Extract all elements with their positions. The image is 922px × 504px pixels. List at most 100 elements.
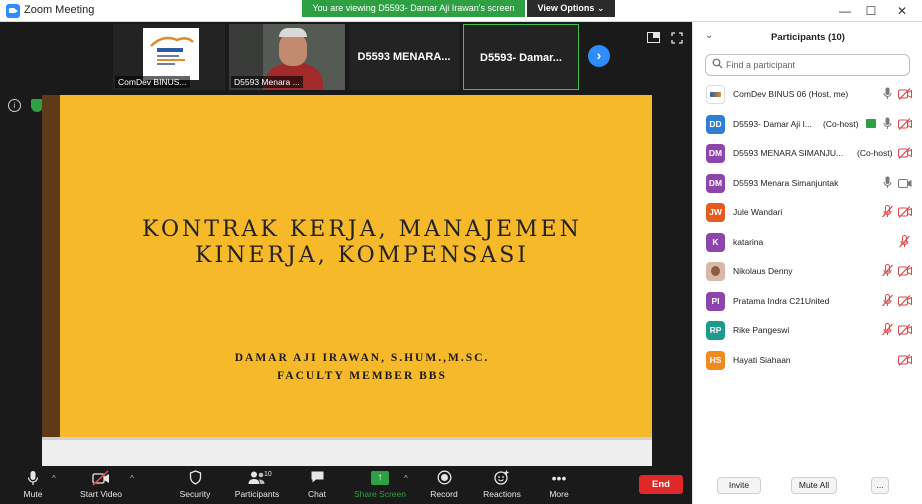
participant-row[interactable]: DD D5593- Damar Aji I... (Co-host)	[693, 110, 922, 140]
video-off-icon[interactable]	[898, 323, 912, 337]
microphone-muted-icon[interactable]	[881, 293, 895, 308]
slide-author: DAMAR AJI IRAWAN, S.HUM.,M.SC. FACULTY M…	[234, 352, 490, 382]
audio-options-caret[interactable]: ^	[52, 474, 56, 483]
microphone-icon[interactable]	[883, 176, 897, 190]
record-button[interactable]: Record	[426, 470, 462, 499]
microphone-muted-icon[interactable]	[898, 234, 912, 249]
security-button[interactable]: Security	[175, 470, 215, 499]
participant-avatar: HS	[706, 350, 725, 370]
participant-name: Rike Pangeswi	[733, 325, 790, 335]
microphone-icon	[18, 470, 48, 486]
participant-list: ComDev BINUS 06 (Host, me) DD D5593- Damar…	[693, 80, 922, 375]
video-camera-icon[interactable]	[898, 176, 912, 190]
participant-avatar: DM	[706, 173, 725, 193]
info-icon[interactable]: i	[8, 99, 21, 112]
participant-row[interactable]: DM D5593 Menara Simanjuntak	[693, 169, 922, 199]
binus-logo	[143, 28, 199, 80]
more-button[interactable]: ••• More	[544, 470, 574, 499]
search-input[interactable]	[726, 57, 906, 73]
participants-count: 10	[264, 471, 272, 478]
viewing-screen-banner: You are viewing D5593- Damar Aji Irawan'…	[302, 0, 525, 17]
video-off-icon[interactable]	[898, 353, 912, 367]
video-off-icon[interactable]	[898, 205, 912, 219]
video-thumbnail[interactable]: D5593 Menara ...	[229, 24, 345, 90]
video-thumbnail[interactable]: D5593 MENARA...	[349, 24, 459, 90]
video-thumbnail[interactable]: ComDev BINUS...	[113, 24, 225, 90]
video-off-icon[interactable]	[898, 294, 912, 308]
microphone-muted-icon[interactable]	[881, 264, 895, 278]
participants-icon: 10	[232, 470, 282, 486]
maximize-button[interactable]: ☐	[862, 2, 880, 20]
reactions-button[interactable]: Reactions	[480, 470, 524, 499]
video-off-icon	[76, 470, 126, 486]
share-screen-icon: ↑	[371, 471, 389, 485]
video-off-icon[interactable]	[898, 117, 912, 131]
participant-role: (Co-host)	[857, 148, 893, 158]
more-options-button[interactable]: ...	[871, 477, 889, 494]
participant-avatar-image	[706, 85, 725, 104]
video-off-icon[interactable]	[898, 264, 912, 278]
share-options-caret[interactable]: ^	[404, 474, 408, 483]
end-meeting-button[interactable]: End	[639, 475, 683, 494]
meeting-toolbar: Mute ^ Start Video ^ Security 10 Partici…	[0, 466, 692, 504]
close-window-button[interactable]: ✕	[893, 2, 911, 20]
participants-button[interactable]: 10 Participants	[232, 470, 282, 499]
participant-avatar-image	[706, 262, 725, 281]
participant-row[interactable]: HS Hayati Siahaan	[693, 346, 922, 376]
shield-icon	[175, 470, 215, 486]
participants-panel: ⌄ Participants (10) ComDev BINUS 06 (Hos…	[692, 22, 922, 504]
participant-name: D5593 MENARA SIMANJU...	[733, 148, 844, 158]
panel-title: Participants (10)	[771, 32, 845, 43]
thumbnail-label: ComDev BINUS...	[115, 76, 190, 88]
participant-search-box[interactable]	[705, 54, 910, 76]
participant-role: (Co-host)	[823, 118, 859, 129]
start-video-button[interactable]: Start Video	[76, 470, 126, 499]
gallery-layout-icon[interactable]	[646, 32, 660, 46]
fullscreen-icon[interactable]	[670, 32, 684, 46]
share-screen-button[interactable]: ↑ Share Screen	[352, 470, 408, 499]
participant-row[interactable]: JW Jule Wandari	[693, 198, 922, 228]
participant-avatar: RP	[706, 321, 725, 340]
mute-all-button[interactable]: Mute All	[791, 477, 837, 494]
video-thumbnail-active[interactable]: D5593- Damar...	[463, 24, 579, 90]
participant-avatar: JW	[706, 203, 725, 222]
participant-row[interactable]: Nikolaus Denny	[693, 257, 922, 287]
zoom-logo-icon	[6, 4, 20, 18]
meeting-area: ComDev BINUS... D5593 Menara ... D5593 M…	[0, 22, 692, 466]
record-icon	[426, 470, 462, 486]
panel-header: ⌄ Participants (10)	[693, 22, 922, 52]
video-off-icon[interactable]	[898, 87, 912, 101]
participant-row[interactable]: DM D5593 MENARA SIMANJU... (Co-host)	[693, 139, 922, 169]
participant-avatar: DD	[706, 114, 725, 134]
participant-name: ComDev BINUS 06 (Host, me)	[733, 89, 849, 99]
participant-row[interactable]: Kkatarina	[693, 228, 922, 258]
next-page-arrow-icon[interactable]: ›	[588, 45, 610, 67]
microphone-icon[interactable]	[883, 117, 897, 131]
search-icon	[712, 58, 723, 69]
participant-avatar: DM	[706, 144, 725, 163]
chat-button[interactable]: Chat	[302, 470, 332, 499]
participant-name: Nikolaus Denny	[733, 266, 793, 276]
view-options-button[interactable]: View Options ⌄	[527, 0, 615, 17]
participant-row[interactable]: ComDev BINUS 06 (Host, me)	[693, 80, 922, 110]
participant-name: katarina	[733, 236, 764, 247]
thumbnail-name: D5593 MENARA...	[357, 51, 451, 63]
microphone-muted-icon[interactable]	[881, 205, 895, 219]
shared-screen-slide: KONTRAK KERJA, MANAJEMEN KINERJA, KOMPEN…	[42, 95, 652, 466]
thumbnail-label: D5593 Menara ...	[231, 76, 303, 88]
invite-button[interactable]: Invite	[717, 477, 761, 494]
participant-row[interactable]: PI Pratama Indra C21United	[693, 287, 922, 317]
ellipsis-icon: •••	[551, 470, 567, 486]
mute-button[interactable]: Mute	[18, 470, 48, 499]
screen-sharing-badge-icon	[866, 118, 876, 128]
chat-bubble-icon	[302, 470, 332, 486]
participant-row[interactable]: RP Rike Pangeswi	[693, 316, 922, 346]
binus-logo-icon	[150, 36, 194, 65]
window-title: Zoom Meeting	[24, 4, 95, 16]
minimize-button[interactable]: —	[836, 2, 854, 20]
microphone-muted-icon[interactable]	[881, 323, 895, 337]
microphone-icon[interactable]	[883, 87, 897, 101]
video-off-icon[interactable]	[898, 146, 912, 160]
video-options-caret[interactable]: ^	[130, 474, 134, 483]
participant-name: D5593- Damar Aji I...	[733, 118, 812, 129]
